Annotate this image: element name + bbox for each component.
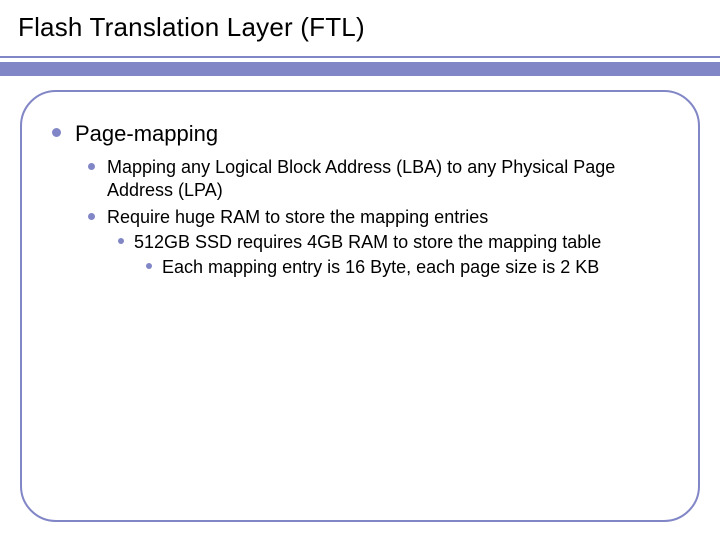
bullet-list-level-1: Page-mapping Mapping any Logical Block A… (52, 120, 668, 279)
bullet-list-level-2: Mapping any Logical Block Address (LBA) … (88, 156, 668, 279)
bullet-icon (52, 128, 61, 137)
divider-thin-line (0, 56, 720, 58)
bullet-icon (88, 213, 95, 220)
list-item: Require huge RAM to store the mapping en… (88, 206, 668, 279)
title-divider (0, 56, 720, 78)
bullet-text: 512GB SSD requires 4GB RAM to store the … (134, 231, 601, 254)
list-item: Each mapping entry is 16 Byte, each page… (146, 256, 668, 279)
slide-title: Flash Translation Layer (FTL) (18, 12, 702, 43)
slide: Flash Translation Layer (FTL) Page-mappi… (0, 0, 720, 540)
bullet-list-level-3: 512GB SSD requires 4GB RAM to store the … (118, 231, 668, 279)
content-frame: Page-mapping Mapping any Logical Block A… (20, 90, 700, 522)
bullet-text: Each mapping entry is 16 Byte, each page… (162, 256, 599, 279)
list-item: 512GB SSD requires 4GB RAM to store the … (118, 231, 668, 279)
bullet-icon (118, 238, 124, 244)
list-item: Mapping any Logical Block Address (LBA) … (88, 156, 668, 202)
bullet-list-level-4: Each mapping entry is 16 Byte, each page… (146, 256, 668, 279)
bullet-icon (88, 163, 95, 170)
bullet-icon (146, 263, 152, 269)
divider-thick-bar (0, 62, 720, 76)
bullet-text: Page-mapping (75, 120, 218, 148)
bullet-text: Require huge RAM to store the mapping en… (107, 206, 488, 229)
bullet-text: Mapping any Logical Block Address (LBA) … (107, 156, 668, 202)
list-item: Page-mapping Mapping any Logical Block A… (52, 120, 668, 279)
